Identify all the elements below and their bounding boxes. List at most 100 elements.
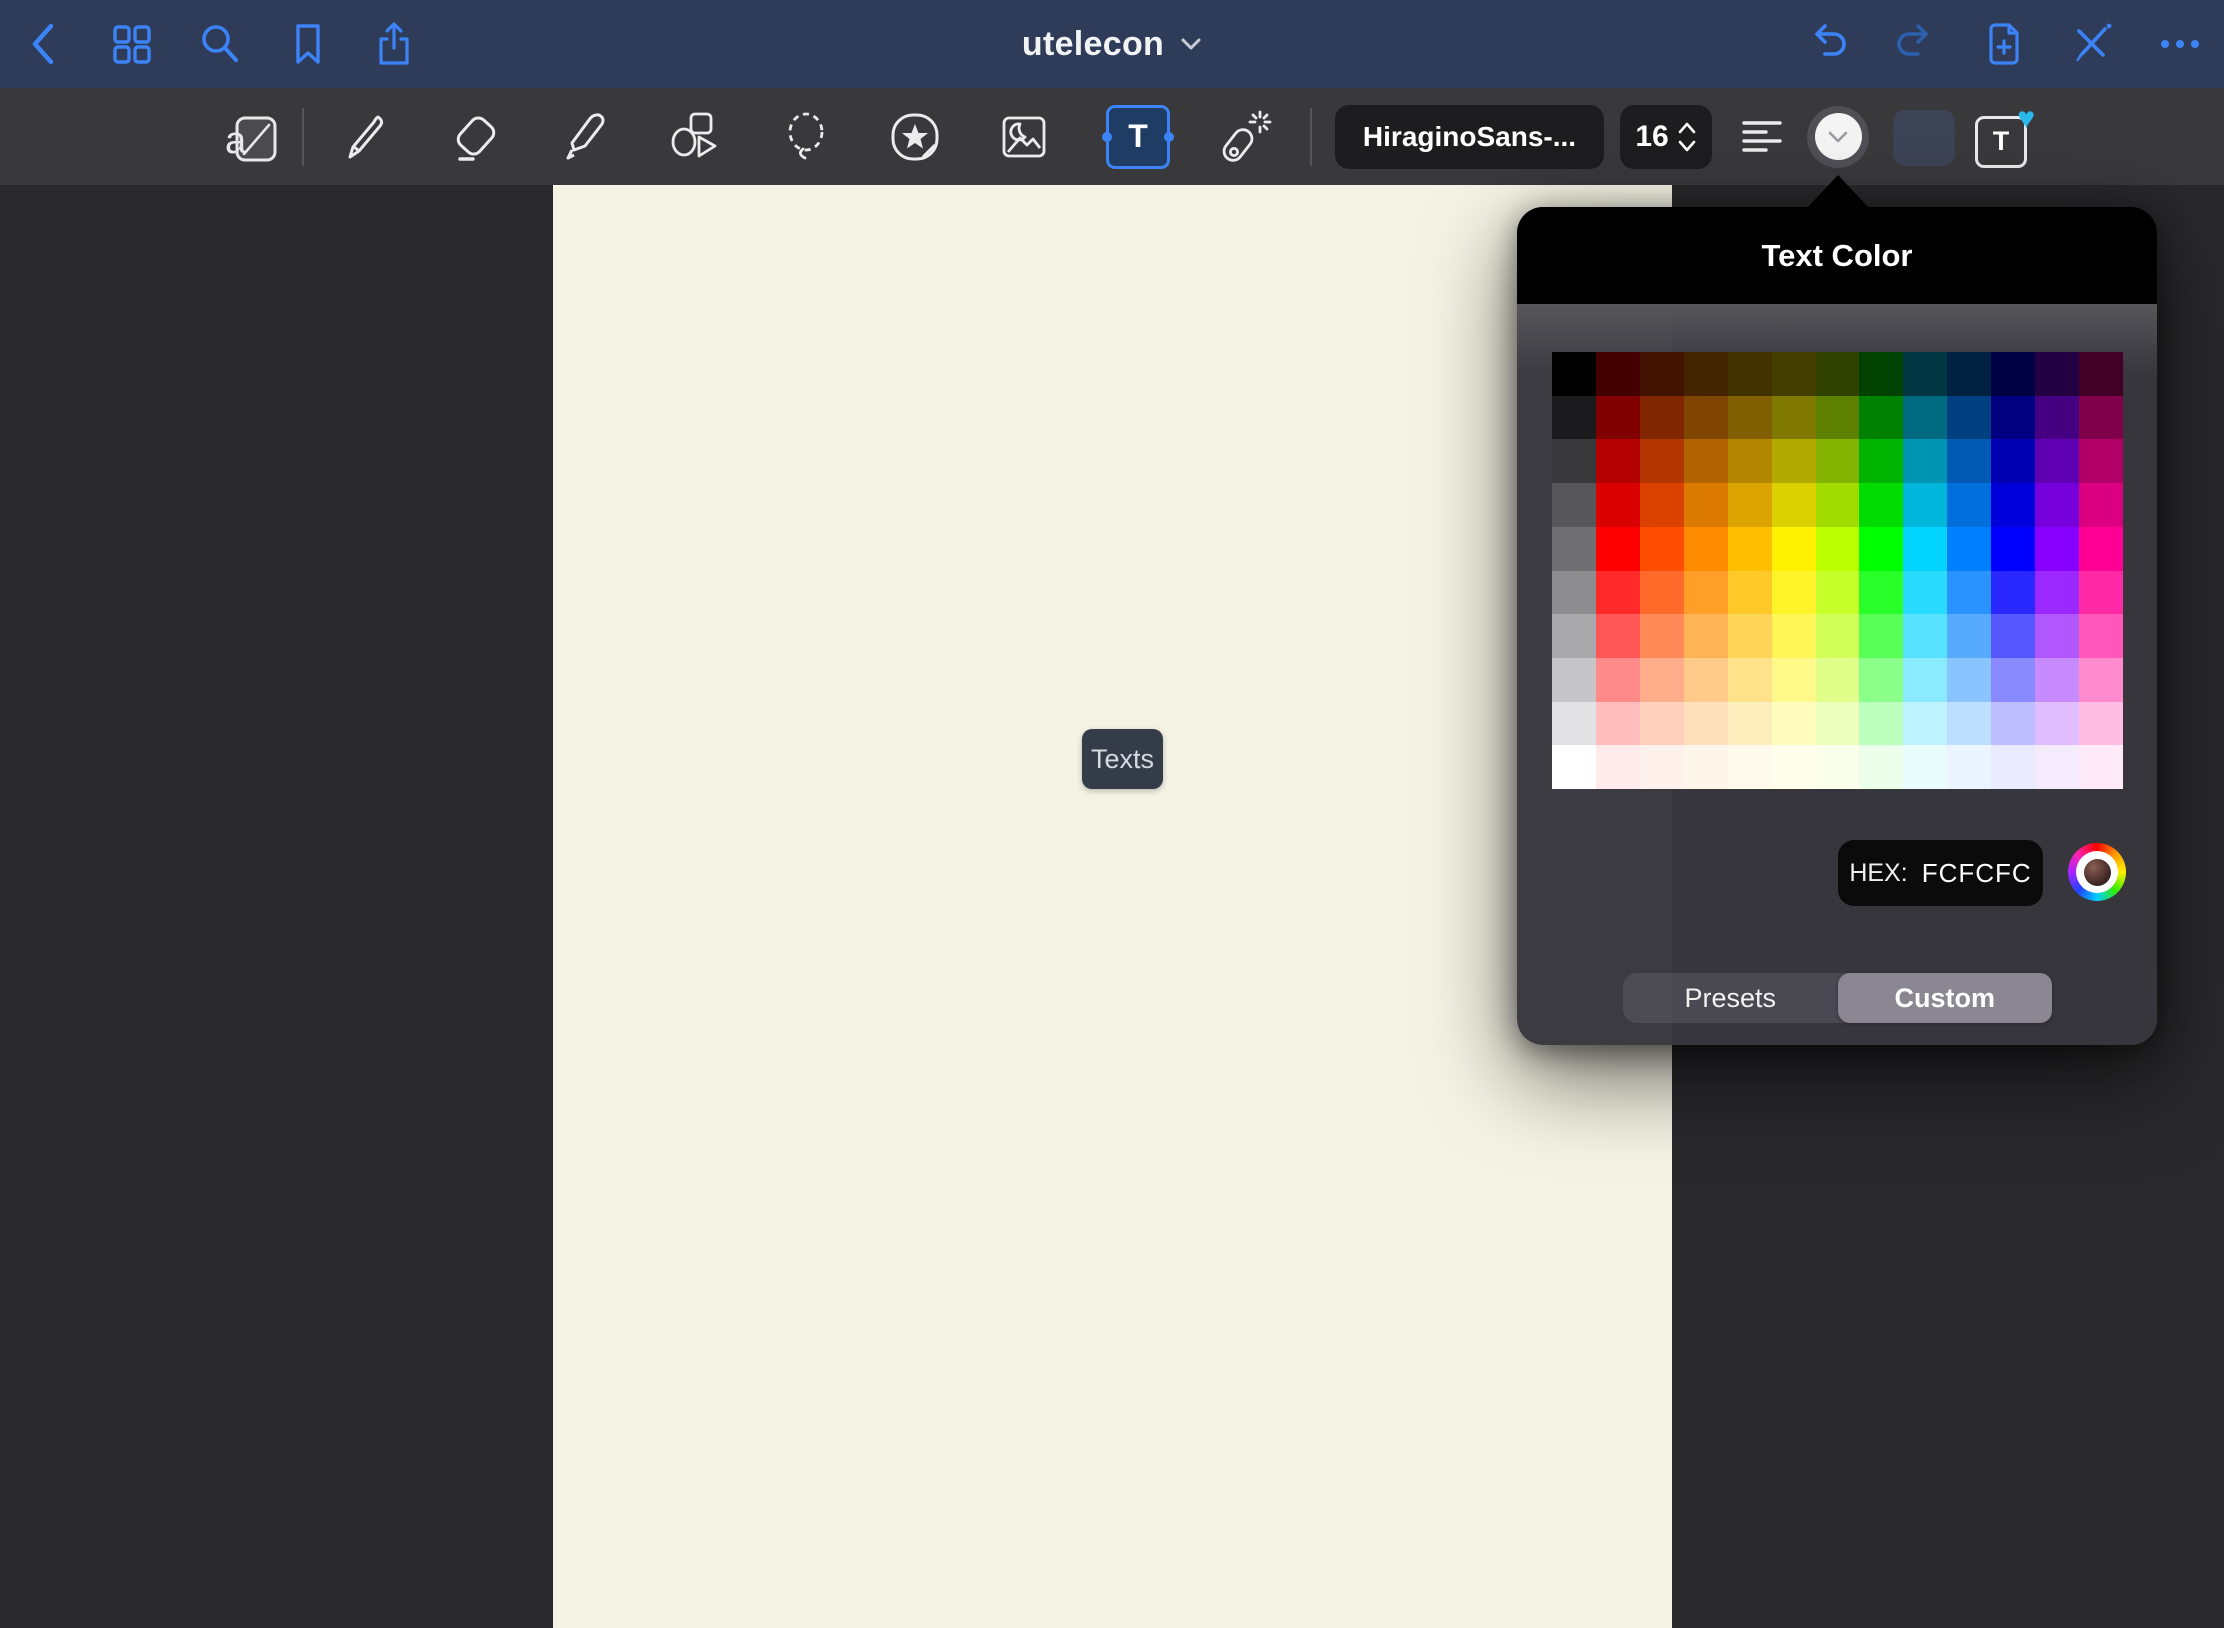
color-swatch[interactable] [1772, 702, 1816, 746]
color-swatch[interactable] [1684, 352, 1728, 396]
color-swatch[interactable] [1947, 352, 1991, 396]
color-swatch[interactable] [1552, 352, 1596, 396]
color-swatch[interactable] [1596, 571, 1640, 615]
color-swatch[interactable] [1991, 483, 2035, 527]
color-swatch[interactable] [2035, 527, 2079, 571]
color-swatch[interactable] [1947, 527, 1991, 571]
note-page[interactable] [553, 185, 1672, 1628]
color-swatch[interactable] [1903, 614, 1947, 658]
color-swatch[interactable] [1947, 658, 1991, 702]
back-button[interactable] [8, 0, 80, 88]
color-swatch[interactable] [2035, 439, 2079, 483]
color-swatch[interactable] [1816, 614, 1860, 658]
undo-button[interactable] [1792, 0, 1864, 88]
stylus-toggle-button[interactable] [2056, 0, 2128, 88]
color-swatch[interactable] [2035, 352, 2079, 396]
color-swatch[interactable] [1684, 483, 1728, 527]
color-swatch[interactable] [1728, 658, 1772, 702]
color-swatch[interactable] [2035, 614, 2079, 658]
color-swatch[interactable] [1684, 658, 1728, 702]
page-title[interactable]: utelecon [1022, 25, 1164, 64]
color-swatch[interactable] [1684, 745, 1728, 789]
color-swatch[interactable] [1903, 527, 1947, 571]
color-swatch[interactable] [1816, 658, 1860, 702]
color-swatch[interactable] [2079, 396, 2123, 440]
hex-field[interactable]: HEX: FCFCFC [1838, 840, 2043, 906]
reading-mode-button[interactable]: a [222, 88, 284, 185]
color-swatch[interactable] [1816, 396, 1860, 440]
color-swatch[interactable] [1772, 571, 1816, 615]
color-swatch[interactable] [1816, 352, 1860, 396]
color-swatch[interactable] [1596, 439, 1640, 483]
color-swatch[interactable] [1640, 614, 1684, 658]
image-tool-button[interactable] [993, 88, 1055, 185]
more-options-button[interactable] [2144, 0, 2216, 88]
color-swatch[interactable] [1903, 483, 1947, 527]
color-swatch[interactable] [1728, 396, 1772, 440]
color-swatch[interactable] [1772, 439, 1816, 483]
redo-button[interactable] [1879, 0, 1951, 88]
color-swatch[interactable] [1903, 702, 1947, 746]
color-swatch[interactable] [1552, 702, 1596, 746]
color-swatch[interactable] [1728, 439, 1772, 483]
color-swatch[interactable] [1640, 483, 1684, 527]
color-swatch[interactable] [1772, 483, 1816, 527]
add-page-button[interactable] [1968, 0, 2040, 88]
color-swatch[interactable] [1772, 658, 1816, 702]
color-swatch[interactable] [2035, 745, 2079, 789]
bookmark-button[interactable] [272, 0, 344, 88]
highlighter-tool-button[interactable] [555, 88, 617, 185]
shapes-tool-button[interactable] [664, 88, 726, 185]
color-swatch[interactable] [1816, 483, 1860, 527]
color-swatch[interactable] [1552, 396, 1596, 440]
color-swatch[interactable] [1640, 658, 1684, 702]
color-swatch[interactable] [2079, 745, 2123, 789]
color-swatch[interactable] [1596, 702, 1640, 746]
color-swatch[interactable] [2035, 396, 2079, 440]
color-swatch[interactable] [1728, 614, 1772, 658]
color-swatch[interactable] [1640, 527, 1684, 571]
color-swatch[interactable] [1596, 614, 1640, 658]
font-selector[interactable]: HiraginoSans-... [1343, 88, 1596, 185]
color-swatch[interactable] [1991, 702, 2035, 746]
color-swatch[interactable] [1859, 352, 1903, 396]
share-button[interactable] [358, 0, 430, 88]
color-swatch[interactable] [1947, 483, 1991, 527]
color-swatch[interactable] [1903, 396, 1947, 440]
color-swatch[interactable] [1859, 658, 1903, 702]
color-swatch[interactable] [1859, 571, 1903, 615]
color-swatch[interactable] [1991, 527, 2035, 571]
color-swatch[interactable] [1947, 702, 1991, 746]
color-swatch[interactable] [2079, 702, 2123, 746]
color-swatch[interactable] [1640, 571, 1684, 615]
color-swatch[interactable] [1640, 352, 1684, 396]
color-swatch[interactable] [1772, 614, 1816, 658]
color-swatch[interactable] [1816, 745, 1860, 789]
color-swatch[interactable] [1816, 527, 1860, 571]
tab-custom[interactable]: Custom [1838, 973, 2053, 1023]
color-swatch[interactable] [1728, 745, 1772, 789]
color-swatch[interactable] [2079, 614, 2123, 658]
color-swatch[interactable] [1816, 571, 1860, 615]
color-swatch[interactable] [1552, 658, 1596, 702]
color-swatch[interactable] [1947, 745, 1991, 789]
color-swatch[interactable] [1859, 527, 1903, 571]
text-tool-button[interactable]: T [1105, 88, 1171, 185]
color-swatch[interactable] [1640, 702, 1684, 746]
color-swatch[interactable] [1816, 702, 1860, 746]
color-swatch[interactable] [2035, 658, 2079, 702]
color-swatch[interactable] [1859, 745, 1903, 789]
color-swatch[interactable] [1596, 396, 1640, 440]
sticker-tool-button[interactable] [884, 88, 946, 185]
color-swatch[interactable] [2035, 571, 2079, 615]
color-swatch[interactable] [1991, 571, 2035, 615]
color-swatch[interactable] [1903, 745, 1947, 789]
color-swatch[interactable] [1684, 527, 1728, 571]
color-swatch[interactable] [2079, 527, 2123, 571]
color-swatch[interactable] [1859, 702, 1903, 746]
color-swatch[interactable] [1640, 745, 1684, 789]
color-swatch[interactable] [1552, 439, 1596, 483]
color-swatch[interactable] [1728, 527, 1772, 571]
search-button[interactable] [184, 0, 256, 88]
color-swatch[interactable] [2079, 352, 2123, 396]
